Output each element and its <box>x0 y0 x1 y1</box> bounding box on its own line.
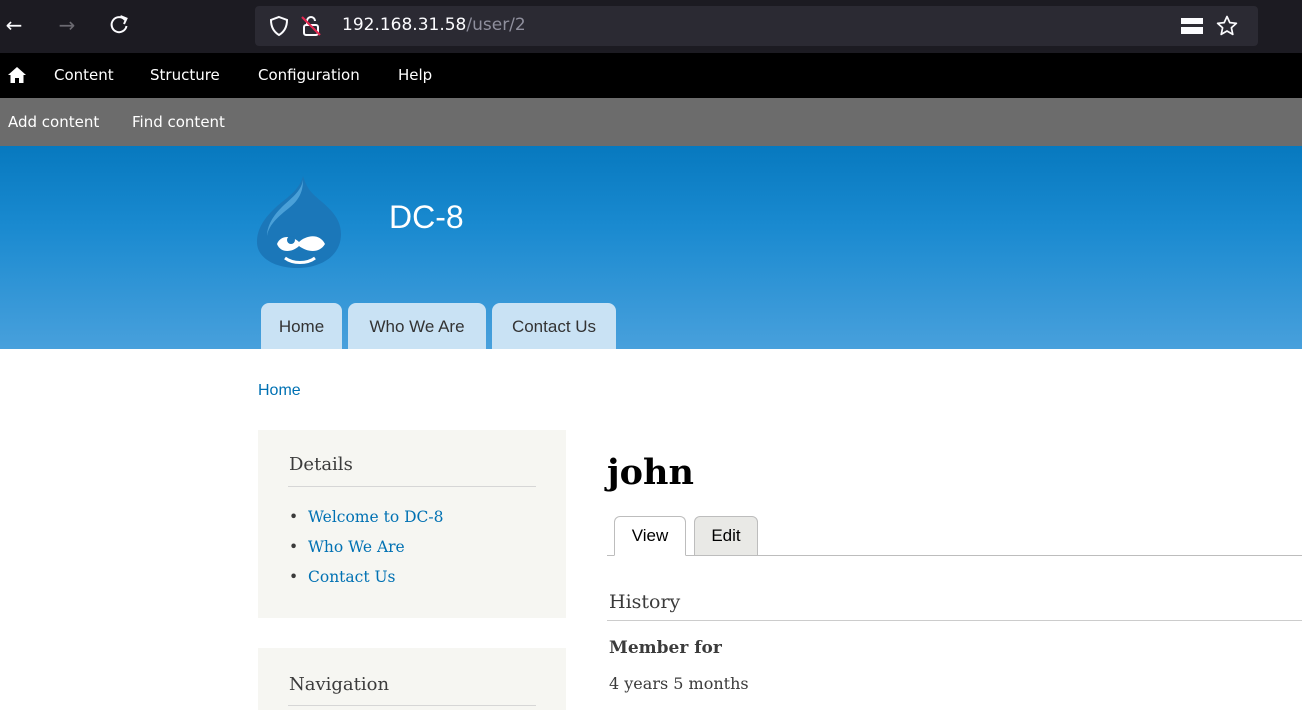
tab-view[interactable]: View <box>614 516 686 556</box>
sidebar-link-label: Who We Are <box>308 538 405 556</box>
navigation-block: Navigation <box>258 648 566 710</box>
nav-tab-home[interactable]: Home <box>261 303 342 349</box>
site-header: DC-8 Home Who We Are Contact Us <box>0 146 1302 349</box>
forward-arrow-icon[interactable]: → <box>54 10 80 40</box>
shortcut-add-content[interactable]: Add content <box>8 113 99 131</box>
shield-icon[interactable] <box>267 14 291 38</box>
url-bar[interactable]: 192.168.31.58/user/2 <box>255 6 1258 46</box>
breadcrumb-home[interactable]: Home <box>258 382 301 400</box>
history-heading: History <box>609 591 681 613</box>
member-for-label: Member for <box>609 638 722 658</box>
back-arrow-icon[interactable]: ← <box>1 10 27 40</box>
shortcut-find-content[interactable]: Find content <box>132 113 225 131</box>
divider <box>607 620 1302 621</box>
reader-view-icon[interactable] <box>1181 18 1203 34</box>
shortcuts-tray: Add content Find content <box>0 98 1302 146</box>
sidebar-link-welcome[interactable]: • Welcome to DC-8 <box>289 508 443 526</box>
url-text[interactable]: 192.168.31.58/user/2 <box>342 15 526 35</box>
admin-toolbar: Content Structure Configuration Help <box>0 53 1302 98</box>
reload-icon[interactable] <box>106 10 132 40</box>
sidebar-link-who-we-are[interactable]: • Who We Are <box>289 538 405 556</box>
divider <box>288 705 536 706</box>
member-for-value: 4 years 5 months <box>609 674 749 693</box>
tab-edit[interactable]: Edit <box>694 516 758 556</box>
site-name[interactable]: DC-8 <box>389 199 464 236</box>
url-host: 192.168.31.58 <box>342 15 467 35</box>
toolbar-help[interactable]: Help <box>398 66 432 84</box>
details-block: Details • Welcome to DC-8 • Who We Are • Co… <box>258 430 566 618</box>
sidebar-link-label: Contact Us <box>308 568 396 586</box>
nav-tab-contact-us[interactable]: Contact Us <box>492 303 616 349</box>
toolbar-content[interactable]: Content <box>54 66 114 84</box>
sidebar-link-contact-us[interactable]: • Contact Us <box>289 568 396 586</box>
insecure-lock-icon[interactable] <box>299 14 323 38</box>
nav-tab-who-we-are[interactable]: Who We Are <box>348 303 486 349</box>
divider <box>288 486 536 487</box>
toolbar-structure[interactable]: Structure <box>150 66 220 84</box>
sidebar-link-label: Welcome to DC-8 <box>308 508 444 526</box>
bookmark-star-icon[interactable] <box>1215 14 1239 38</box>
browser-toolbar: ← → 192.168.31.58/user/2 <box>0 0 1302 53</box>
page-title: john <box>607 452 694 493</box>
url-path: /user/2 <box>466 15 526 35</box>
drupal-logo[interactable] <box>255 174 345 270</box>
toolbar-configuration[interactable]: Configuration <box>258 66 360 84</box>
navigation-block-title: Navigation <box>289 674 390 695</box>
details-block-title: Details <box>289 454 353 475</box>
home-icon[interactable] <box>8 67 26 83</box>
